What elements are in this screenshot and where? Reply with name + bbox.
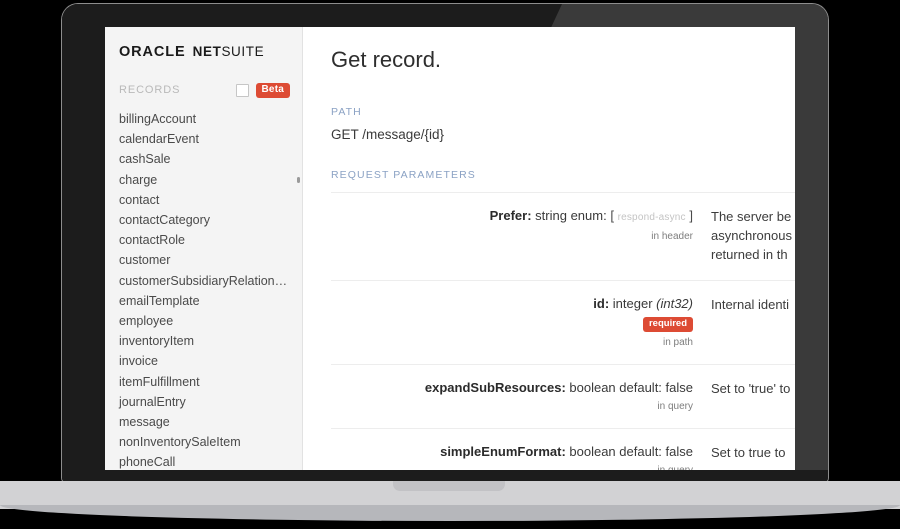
parameter-enum-value: respond-async (617, 212, 686, 223)
sidebar-item[interactable]: calendarEvent (105, 129, 302, 149)
sidebar-item[interactable]: cashSale (105, 149, 302, 169)
brand-suite-text: SUITE (221, 44, 265, 59)
sidebar-item[interactable]: charge (105, 170, 302, 190)
brand-oracle-text: ORACLE (119, 44, 186, 60)
records-header: RECORDS Beta (105, 81, 302, 99)
parameter-type: string enum: (531, 208, 611, 223)
parameter-name: Prefer: (489, 208, 532, 223)
records-header-controls: Beta (235, 82, 290, 98)
sidebar-item[interactable]: contactRole (105, 230, 302, 250)
records-nav-list[interactable]: billingAccount calendarEvent cashSale charg… (105, 109, 302, 470)
parameter-signature: Prefer: string enum: [ respond-async ] (331, 207, 693, 226)
parameter-signature: expandSubResources: boolean default: fal… (331, 379, 693, 396)
main-content: Get record. PATH GET /message/{id} REQUE… (303, 27, 795, 470)
parameter-enum-open: [ (610, 208, 618, 223)
laptop-lid: ORACLE NETSUITE RECORDS Beta billingAcco… (62, 4, 828, 482)
screenshot-stage: ORACLE NETSUITE RECORDS Beta billingAcco… (0, 0, 900, 529)
sidebar-item[interactable]: employee (105, 311, 302, 331)
lid-bezel-right (795, 4, 828, 482)
parameter-type: boolean default: false (565, 379, 693, 395)
path-value: GET /message/{id} (331, 127, 445, 142)
sidebar-item[interactable]: emailTemplate (105, 291, 302, 311)
parameter-description: Set to 'true' to (711, 380, 791, 396)
parameter-type: boolean default: false (565, 443, 693, 459)
sidebar-scrollbar-thumb[interactable] (297, 177, 300, 183)
parameter-type-format: (int32) (656, 296, 693, 311)
sidebar-item[interactable]: contactCategory (105, 210, 302, 230)
parameter-row: expandSubResources: boolean default: fal… (331, 363, 795, 428)
sidebar[interactable]: ORACLE NETSUITE RECORDS Beta billingAcco… (105, 27, 303, 470)
parameter-name: id: (593, 296, 610, 311)
parameter-name: simpleEnumFormat: (440, 443, 566, 459)
sidebar-item[interactable]: journalEntry (105, 392, 302, 412)
parameter-enum-close: ] (685, 208, 693, 223)
request-parameters-label: REQUEST PARAMETERS (331, 169, 476, 181)
sidebar-item[interactable]: itemFulfillment (105, 371, 302, 391)
parameter-signature-cell: expandSubResources: boolean default: fal… (331, 379, 707, 412)
laptop-screen: ORACLE NETSUITE RECORDS Beta billingAcco… (105, 27, 795, 470)
parameter-signature: simpleEnumFormat: boolean default: false (331, 443, 693, 460)
sidebar-item[interactable]: billingAccount (105, 109, 302, 129)
sidebar-item[interactable]: customerSubsidiaryRelation… (105, 271, 302, 291)
sidebar-item[interactable]: nonInventorySaleItem (105, 432, 302, 452)
laptop-base-notch (393, 481, 505, 491)
parameter-location: in query (657, 464, 693, 471)
request-parameters-table: Prefer: string enum: [ respond-async ] in… (331, 192, 795, 470)
sidebar-item[interactable]: contact (105, 190, 302, 210)
sidebar-item[interactable]: inventoryItem (105, 331, 302, 351)
sidebar-item[interactable]: invoice (105, 351, 302, 371)
parameter-type: integer (609, 296, 657, 311)
parameter-description: Internal identi (711, 297, 790, 312)
path-section-label: PATH (331, 106, 362, 118)
parameter-row: Prefer: string enum: [ respond-async ] in… (331, 192, 795, 280)
parameter-signature-cell: simpleEnumFormat: boolean default: false… (331, 443, 707, 471)
laptop-base-lip (0, 505, 900, 521)
brand-logo: ORACLE NETSUITE (105, 27, 302, 61)
beta-badge: Beta (255, 82, 290, 98)
parameter-location: in header (651, 231, 693, 242)
parameter-description: Set to true to (711, 444, 786, 460)
sidebar-item[interactable]: customer (105, 250, 302, 270)
parameter-row: id: integer (int32) required in path Intern… (331, 280, 795, 364)
netsuite-api-browser: ORACLE NETSUITE RECORDS Beta billingAcco… (105, 27, 795, 470)
sidebar-item[interactable]: phoneCall (105, 452, 302, 470)
beta-checkbox[interactable] (235, 83, 249, 97)
parameter-signature-cell: id: integer (int32) required in path (331, 295, 707, 348)
page-title: Get record. (331, 47, 442, 72)
records-label: RECORDS (119, 84, 181, 96)
sidebar-item[interactable]: message (105, 412, 302, 432)
parameter-row: simpleEnumFormat: boolean default: false… (331, 427, 795, 471)
parameter-name: expandSubResources: (424, 379, 566, 395)
brand-net-text: NET (192, 44, 222, 59)
parameter-signature: id: integer (int32) (331, 295, 693, 312)
parameter-location: in path (662, 336, 693, 348)
parameter-location: in query (657, 400, 693, 412)
required-badge: required (642, 317, 693, 332)
parameter-signature-cell: Prefer: string enum: [ respond-async ] in… (331, 207, 707, 264)
parameter-description: The server be asynchronous returned in t… (711, 209, 792, 262)
